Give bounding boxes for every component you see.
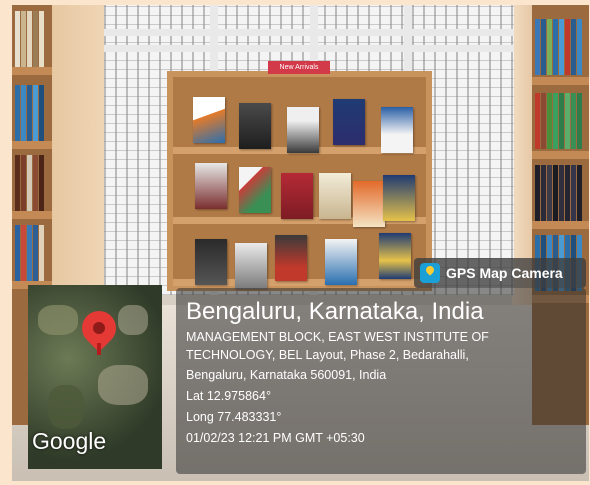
google-map-label: Google [32,428,107,454]
app-name: GPS Map Camera [446,265,563,281]
address-line-2: TECHNOLOGY, BEL Layout, Phase 2, Bedarah… [186,348,469,362]
display-bookcase [167,71,432,291]
longitude: Long 77.483331° [186,410,282,424]
gps-map-camera-badge: GPS Map Camera [414,258,586,288]
timestamp: 01/02/23 12:21 PM GMT +05:30 [186,431,365,445]
address-line-1: MANAGEMENT BLOCK, EAST WEST INSTITUTE OF [186,330,489,344]
address-line-3: Bengaluru, Karnataka 560091, India [186,368,387,382]
photo: New Arrivals Google GPS Map Camera Benga… [12,5,589,481]
map-thumbnail: Google [28,285,162,469]
location-info-panel: Bengaluru, Karnataka, India MANAGEMENT B… [176,288,586,474]
location-title: Bengaluru, Karnataka, India [186,298,484,325]
left-wall [48,5,106,305]
map-pin-icon [420,263,440,283]
latitude: Lat 12.975864° [186,389,271,403]
new-arrivals-sign: New Arrivals [268,61,330,74]
